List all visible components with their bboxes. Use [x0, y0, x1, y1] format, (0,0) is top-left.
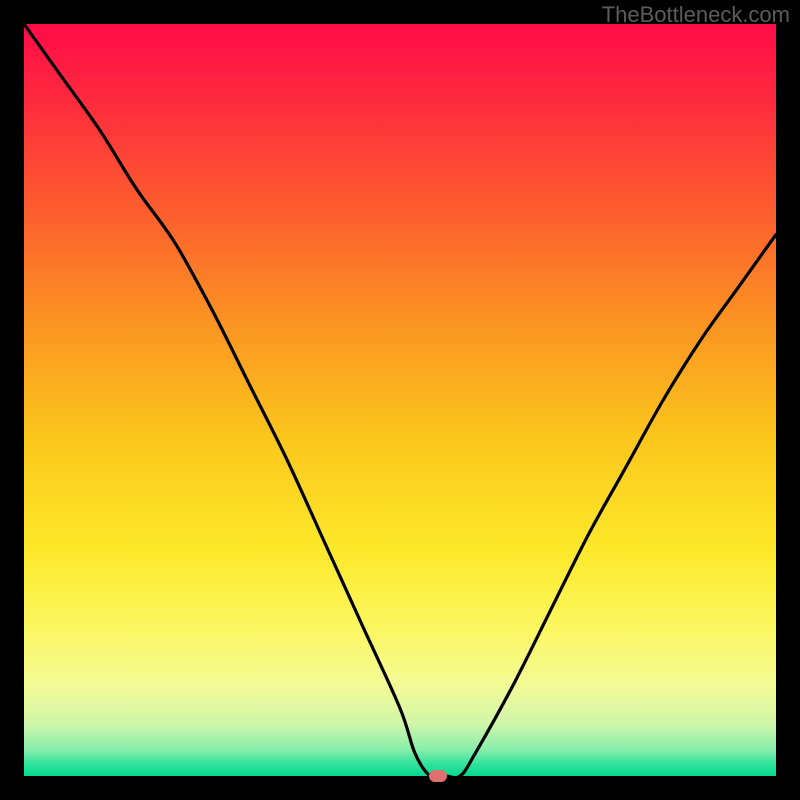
optimal-point-marker — [429, 770, 447, 782]
watermark-text: TheBottleneck.com — [602, 2, 790, 28]
chart-svg — [24, 24, 776, 776]
chart-container: TheBottleneck.com — [0, 0, 800, 800]
plot-area — [24, 24, 776, 776]
